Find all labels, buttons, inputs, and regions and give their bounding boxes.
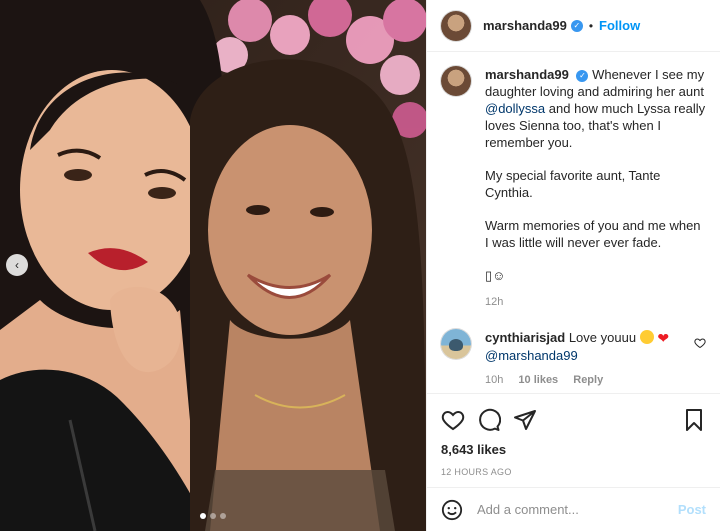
- instagram-post: ‹ marshanda99 ✓ • Follow marshanda99 ✓ W…: [0, 0, 720, 531]
- comment-meta: 10h 10 likes Reply: [485, 372, 694, 389]
- follow-separator: •: [588, 18, 594, 33]
- comment-text: Love youuu: [568, 330, 637, 345]
- photo-illustration: [0, 0, 426, 531]
- carousel-prev-button[interactable]: ‹: [6, 254, 28, 276]
- comment-timestamp[interactable]: 10h: [485, 374, 503, 386]
- author-avatar[interactable]: [441, 10, 471, 41]
- chevron-left-icon: ‹: [15, 258, 19, 272]
- kissing-face-emoji-icon: [639, 330, 654, 344]
- caption-row: marshanda99 ✓ Whenever I see my daughter…: [441, 66, 706, 311]
- caption-body: marshanda99 ✓ Whenever I see my daughter…: [485, 66, 706, 311]
- share-send-icon[interactable]: [513, 408, 537, 432]
- carousel-dot: [210, 513, 216, 519]
- carousel-dots: [200, 513, 226, 519]
- comments-list[interactable]: marshanda99 ✓ Whenever I see my daughter…: [427, 52, 720, 393]
- commenter-avatar[interactable]: [441, 329, 471, 359]
- comment-reply-button[interactable]: Reply: [573, 374, 603, 386]
- carousel-dot: [200, 513, 206, 519]
- comment-mention-link[interactable]: @marshanda99: [485, 348, 578, 363]
- caption-paragraph-3: Warm memories of you and me when I was l…: [485, 218, 701, 250]
- verified-badge-icon: ✓: [576, 70, 589, 82]
- caption-author-avatar[interactable]: [441, 66, 471, 96]
- verified-badge-icon: ✓: [570, 19, 583, 32]
- post-comment-button[interactable]: Post: [678, 502, 706, 517]
- emoji-picker-icon[interactable]: [441, 499, 463, 521]
- carousel-dot: [220, 513, 226, 519]
- post-actions: 8,643 likes 12 HOURS AGO: [427, 393, 720, 487]
- caption-paragraph-1: marshanda99 ✓ Whenever I see my daughter…: [485, 66, 706, 151]
- comment-likes-count[interactable]: 10 likes: [518, 374, 558, 386]
- add-comment-bar: Post: [427, 487, 720, 531]
- comment-like-heart-icon[interactable]: [694, 337, 706, 349]
- caption-mention-link[interactable]: @dollyssa: [485, 101, 545, 116]
- add-comment-input[interactable]: [477, 502, 678, 517]
- bookmark-save-icon[interactable]: [682, 408, 706, 432]
- likes-count[interactable]: 8,643 likes: [441, 442, 706, 457]
- caption-timestamp[interactable]: 12h: [485, 296, 503, 308]
- like-heart-icon[interactable]: [441, 408, 465, 432]
- caption-author-username[interactable]: marshanda99: [485, 67, 569, 82]
- caption-meta: 12h: [485, 294, 706, 311]
- post-side-panel: marshanda99 ✓ • Follow marshanda99 ✓ Whe…: [426, 0, 720, 531]
- commenter-username[interactable]: cynthiarisjad: [485, 330, 565, 345]
- caption-paragraph-2: My special favorite aunt, Tante Cynthia.: [485, 168, 661, 200]
- comment-row: cynthiarisjad Love youuu ❤ @marshanda99 …: [441, 329, 706, 389]
- post-header: marshanda99 ✓ • Follow: [427, 0, 720, 52]
- post-timestamp[interactable]: 12 HOURS AGO: [441, 467, 706, 477]
- red-heart-emoji-icon: ❤: [657, 330, 670, 346]
- action-icons: [441, 402, 706, 438]
- caption-paragraph-4: ▯☺: [485, 268, 506, 283]
- follow-button[interactable]: Follow: [599, 18, 640, 33]
- author-username[interactable]: marshanda99: [483, 18, 567, 33]
- comment-bubble-icon[interactable]: [477, 408, 501, 432]
- post-photo[interactable]: ‹: [0, 0, 426, 531]
- comment-body: cynthiarisjad Love youuu ❤ @marshanda99 …: [485, 329, 694, 389]
